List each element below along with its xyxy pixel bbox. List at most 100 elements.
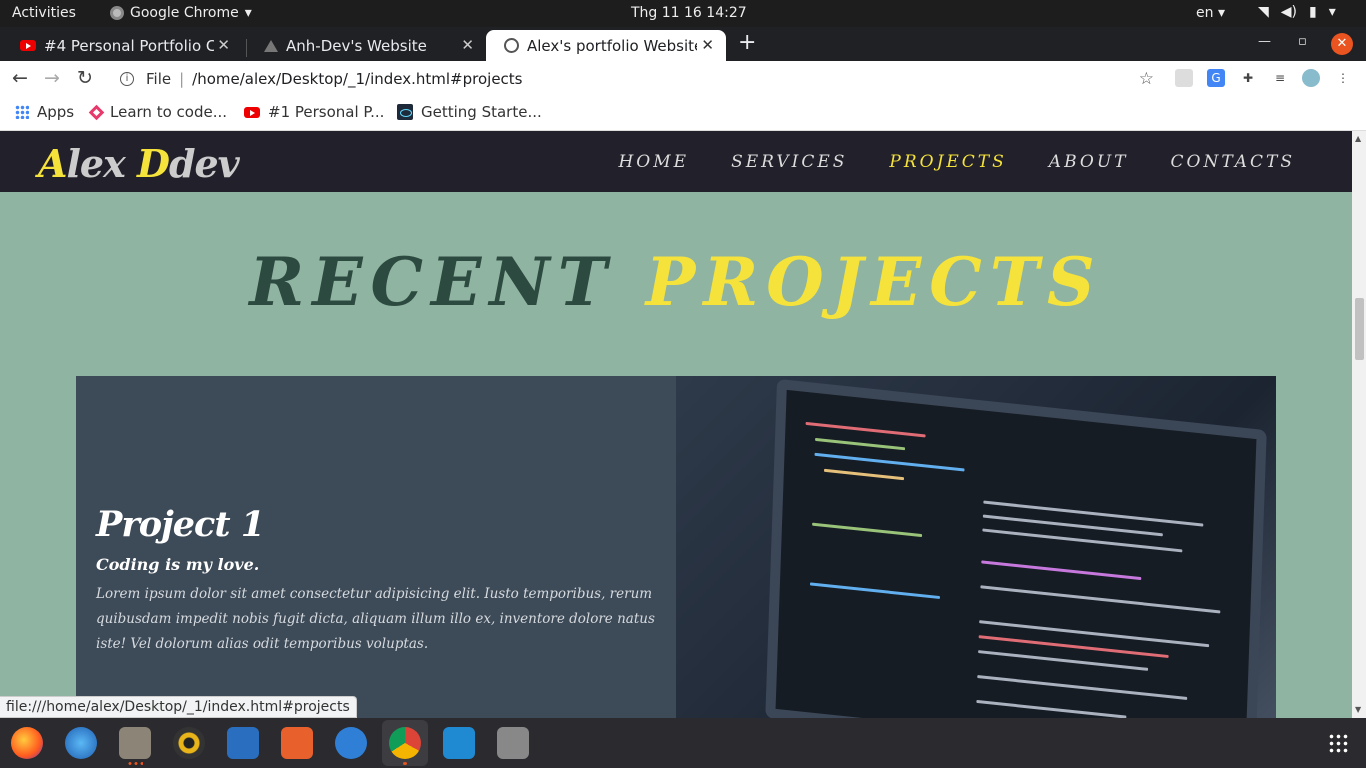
chrome-icon [110, 6, 124, 20]
bookmark-learn-to-code[interactable]: Learn to code... [88, 103, 227, 121]
chevron-down-icon: ▾ [244, 5, 252, 21]
react-icon [397, 104, 413, 120]
chevron-down-icon: ▾ [1328, 4, 1336, 20]
logo-letter: D [136, 141, 170, 186]
maximize-button[interactable]: ▫ [1298, 34, 1307, 49]
tab-alex-portfolio[interactable]: Alex's portfolio Website ✕ [486, 30, 726, 61]
thunderbird-icon[interactable] [65, 727, 97, 759]
nav-services[interactable]: SERVICES [731, 152, 847, 172]
tab-title: Anh-Dev's Website [286, 36, 427, 55]
tab-anh-dev[interactable]: Anh-Dev's Website ✕ [246, 30, 486, 61]
clock[interactable]: Thg 11 16 14:27 [631, 5, 747, 21]
reload-button[interactable]: ↻ [77, 67, 93, 89]
close-icon[interactable]: ✕ [461, 36, 474, 54]
scroll-up-icon[interactable]: ▲ [1355, 134, 1361, 143]
nav-about[interactable]: ABOUT [1049, 152, 1129, 172]
bookmark-personal-portfolio[interactable]: #1 Personal P... [244, 103, 384, 121]
battery-icon: ▮ [1309, 4, 1317, 20]
bookmark-label: Learn to code... [110, 103, 227, 121]
app-menu[interactable]: Google Chrome ▾ [110, 5, 252, 21]
media-control-icon[interactable]: ≡ [1271, 69, 1289, 87]
new-tab-button[interactable]: + [738, 30, 756, 55]
section-title-highlight: PROJECTS [645, 243, 1103, 321]
running-indicator [403, 762, 407, 765]
vscode-icon[interactable] [443, 727, 475, 759]
running-indicator [127, 762, 143, 765]
back-button[interactable]: ← [12, 67, 28, 89]
section-title-part: RECENT [249, 243, 615, 321]
rhythmbox-icon[interactable] [173, 727, 205, 759]
app-menu-label: Google Chrome [130, 5, 239, 21]
url-text[interactable]: /home/alex/Desktop/_1/index.html#project… [192, 70, 522, 88]
site-logo[interactable]: Alex Ddev [38, 141, 240, 186]
close-icon[interactable]: ✕ [701, 36, 714, 54]
firefox-icon[interactable] [11, 727, 43, 759]
scheme-label: File [146, 70, 172, 88]
triangle-icon [264, 39, 278, 52]
omnibox-divider: | [179, 70, 185, 88]
project-image [676, 376, 1276, 718]
chrome-icon[interactable] [389, 727, 421, 759]
diamond-icon [88, 104, 105, 120]
show-apps-icon[interactable] [1328, 733, 1348, 753]
tab-strip: #4 Personal Portfolio Cor ✕ Anh-Dev's We… [0, 27, 1366, 61]
nav-home[interactable]: HOME [618, 152, 689, 172]
help-icon[interactable] [335, 727, 367, 759]
volume-icon: ◀) [1280, 4, 1298, 20]
page-viewport: Alex Ddev HOME SERVICES PROJECTS ABOUT C… [0, 131, 1352, 718]
logo-text: lex [66, 141, 137, 186]
bookmark-apps[interactable]: Apps [15, 103, 74, 121]
gnome-top-bar: Activities Google Chrome ▾ Thg 11 16 14:… [0, 0, 1366, 27]
bookmark-getting-started[interactable]: Getting Starte... [397, 103, 542, 121]
project-description: Lorem ipsum dolor sit amet consectetur a… [96, 586, 655, 652]
close-icon[interactable]: ✕ [217, 36, 230, 54]
writer-icon[interactable] [227, 727, 259, 759]
info-icon[interactable]: i [120, 72, 134, 86]
status-url-tooltip: file:///home/alex/Desktop/_1/index.html#… [0, 696, 357, 718]
nav-contacts[interactable]: CONTACTS [1171, 152, 1296, 172]
language-indicator[interactable]: en ▾ [1196, 5, 1225, 21]
logo-text: dev [168, 141, 240, 186]
forward-button[interactable]: → [44, 67, 60, 89]
files-icon[interactable] [119, 727, 151, 759]
youtube-icon [20, 40, 36, 51]
bookmarks-bar: Apps Learn to code... #1 Personal P... G… [0, 97, 1366, 131]
youtube-icon [244, 106, 260, 118]
bookmark-label: Apps [37, 103, 75, 121]
scrollbar-thumb[interactable] [1355, 298, 1364, 360]
activities-button[interactable]: Activities [12, 5, 76, 21]
address-bar[interactable]: i File | /home/alex/Desktop/_1/index.htm… [108, 64, 1162, 94]
puzzle-icon[interactable]: ✚ [1239, 69, 1257, 87]
extension-icon[interactable] [1175, 69, 1193, 87]
page-scrollbar[interactable]: ▲ ▼ [1352, 131, 1366, 718]
dock [0, 718, 1366, 768]
tab-youtube-portfolio[interactable]: #4 Personal Portfolio Cor ✕ [2, 30, 242, 61]
minimize-button[interactable]: — [1258, 34, 1271, 49]
apps-grid-icon [15, 105, 29, 119]
window-close-button[interactable]: ✕ [1331, 33, 1353, 55]
globe-icon [504, 38, 519, 53]
tab-title: Alex's portfolio Website [527, 36, 697, 55]
language-label: en [1196, 5, 1214, 21]
software-icon[interactable] [281, 727, 313, 759]
section-title: RECENT PROJECTS [0, 243, 1352, 321]
browser-toolbar: ← → ↻ i File | /home/alex/Desktop/_1/ind… [0, 61, 1366, 97]
avatar[interactable] [1302, 69, 1320, 87]
bookmark-label: #1 Personal P... [268, 103, 385, 121]
bookmark-label: Getting Starte... [421, 103, 542, 121]
disk-icon[interactable] [497, 727, 529, 759]
bookmark-star-icon[interactable]: ☆ [1139, 69, 1154, 89]
project-info: Project 1 Coding is my love. Lorem ipsum… [76, 376, 676, 718]
system-menu[interactable]: ◥ ◀) ▮ ▾ [1258, 4, 1336, 20]
kebab-menu-icon[interactable]: ⋮ [1334, 69, 1352, 87]
project-title: Project 1 [96, 504, 265, 545]
site-header: Alex Ddev HOME SERVICES PROJECTS ABOUT C… [0, 131, 1352, 192]
logo-letter: A [38, 141, 68, 186]
scroll-down-icon[interactable]: ▼ [1355, 705, 1361, 714]
project-card: Project 1 Coding is my love. Lorem ipsum… [76, 376, 1276, 718]
wifi-icon: ◥ [1258, 4, 1269, 20]
laptop-screen-image [765, 378, 1267, 718]
nav-projects[interactable]: PROJECTS [889, 152, 1006, 172]
tab-title: #4 Personal Portfolio Cor [44, 36, 214, 55]
translate-icon[interactable]: G [1207, 69, 1225, 87]
